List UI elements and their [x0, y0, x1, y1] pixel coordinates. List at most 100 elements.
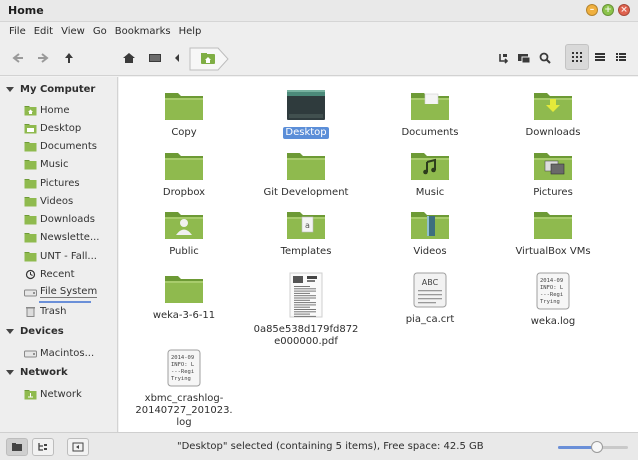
public-folder-icon: [164, 208, 204, 243]
section-devices[interactable]: Devices: [6, 326, 64, 337]
sidebar-item-trash[interactable]: Trash: [24, 303, 116, 319]
file-label: Downloads: [525, 127, 581, 138]
folder-icon: [24, 141, 37, 151]
folder-item[interactable]: Music: [370, 149, 490, 199]
view-mode-group: [565, 44, 632, 70]
sidebar-item-music[interactable]: Music: [24, 156, 116, 172]
section-network[interactable]: Network: [6, 367, 68, 378]
breadcrumb-left-button[interactable]: [167, 48, 187, 68]
svg-text:a: a: [305, 221, 310, 230]
sidebar: My Computer Home Desktop Documents Music Pic…: [0, 77, 118, 432]
up-arrow-icon: [65, 53, 73, 63]
folder-icon: [24, 196, 37, 206]
zoom-slider[interactable]: [558, 441, 628, 453]
documents-folder-icon: [410, 89, 450, 124]
minimize-button[interactable]: –: [586, 4, 598, 16]
zoom-slider-thumb[interactable]: [590, 441, 603, 453]
open-terminal-button[interactable]: [514, 48, 534, 68]
folder-item[interactable]: Dropbox: [124, 149, 244, 199]
menu-view[interactable]: View: [57, 26, 89, 37]
grid-icon: [571, 52, 582, 62]
certificate-file-icon: ABC: [413, 272, 447, 311]
folder-icon: [533, 208, 573, 243]
sidebar-item-home[interactable]: Home: [24, 102, 116, 118]
sidebar-item-newslette[interactable]: Newslette...: [24, 229, 116, 245]
window-controls: – + ×: [586, 4, 630, 16]
file-item[interactable]: 0a85e538d179fd872 e000000.pdf: [246, 272, 366, 348]
expander-icon: [6, 87, 14, 92]
home-button[interactable]: [119, 48, 139, 68]
terminal-icon: [518, 54, 531, 64]
sidebar-item-label: Documents: [40, 140, 98, 152]
folder-item[interactable]: VirtualBox VMs: [493, 208, 613, 258]
file-item[interactable]: 2014-09 INFO: L ---Regi Trying weka.log: [493, 272, 613, 328]
folder-item[interactable]: Downloads: [493, 89, 613, 139]
close-button[interactable]: ×: [618, 4, 630, 16]
folder-icon: [164, 89, 204, 124]
file-label: Desktop: [283, 127, 329, 139]
drive-icon: [24, 350, 37, 357]
folder-item[interactable]: Pictures: [493, 149, 613, 199]
icon-view-button[interactable]: [565, 44, 589, 70]
maximize-button[interactable]: +: [602, 4, 614, 16]
svg-text:2014-09: 2014-09: [540, 278, 563, 284]
folder-item[interactable]: Documents: [370, 89, 490, 139]
sidebar-item-desktop[interactable]: Desktop: [24, 120, 116, 136]
folder-item[interactable]: Desktop: [246, 89, 366, 139]
folder-item[interactable]: Public: [124, 208, 244, 258]
file-label: Dropbox: [162, 187, 206, 198]
sidebar-item-file-system[interactable]: File System: [24, 284, 116, 303]
window-title: Home: [8, 4, 44, 17]
downloads-folder-icon: [533, 89, 573, 124]
hide-sidebar-button[interactable]: [67, 438, 89, 456]
sidebar-item-unt-fall[interactable]: UNT - Fall...: [24, 248, 116, 264]
sidebar-item-documents[interactable]: Documents: [24, 138, 116, 154]
search-button[interactable]: [535, 48, 555, 68]
trash-icon: [26, 306, 35, 317]
text-log-file-icon: 2014-09 INFO: L ---Regi Trying: [167, 349, 201, 390]
folder-item[interactable]: Copy: [124, 89, 244, 139]
file-label: Pictures: [533, 187, 573, 198]
toggle-location-button[interactable]: [493, 48, 513, 68]
folder-icon: [24, 178, 37, 188]
menu-bookmarks[interactable]: Bookmarks: [111, 26, 175, 37]
toolbar: [0, 40, 638, 76]
section-my-computer[interactable]: My Computer: [6, 84, 95, 95]
sidebar-item-macintos[interactable]: Macintos...: [24, 345, 116, 361]
sidebar-item-label: File System: [40, 286, 98, 298]
menu-go[interactable]: Go: [89, 26, 111, 37]
file-label: weka.log: [530, 316, 576, 327]
computer-button[interactable]: [145, 48, 165, 68]
folder-item[interactable]: a Templates: [246, 208, 366, 258]
svg-text:2014-09: 2014-09: [171, 355, 194, 361]
show-places-button[interactable]: [6, 438, 28, 456]
forward-button[interactable]: [33, 48, 53, 68]
menu-file[interactable]: File: [5, 26, 30, 37]
folder-item[interactable]: Git Development: [246, 149, 366, 199]
sidebar-item-videos[interactable]: Videos: [24, 193, 116, 209]
show-treeview-button[interactable]: [32, 438, 54, 456]
sidebar-item-recent[interactable]: Recent: [24, 266, 116, 282]
svg-text:ABC: ABC: [422, 278, 439, 287]
folder-item[interactable]: Videos: [370, 208, 490, 258]
list-view-button[interactable]: [589, 44, 611, 70]
folder-item[interactable]: weka-3-6-11: [124, 272, 244, 322]
up-button[interactable]: [59, 48, 79, 68]
sidebar-item-label: Music: [40, 158, 69, 170]
back-arrow-icon: [12, 53, 23, 63]
svg-text:INFO: L: INFO: L: [171, 362, 195, 368]
breadcrumb-home[interactable]: [188, 46, 232, 75]
menu-edit[interactable]: Edit: [30, 26, 57, 37]
sidebar-item-network[interactable]: Network: [24, 386, 116, 402]
file-icon-view[interactable]: Copy Desktop Documents Downloads Dropbox Git …: [119, 77, 638, 432]
menu-help[interactable]: Help: [175, 26, 206, 37]
file-label: Documents: [401, 127, 459, 138]
file-item[interactable]: ABC pia_ca.crt: [370, 272, 490, 326]
compact-view-button[interactable]: [610, 44, 632, 70]
file-item[interactable]: 2014-09 INFO: L ---Regi Trying xbmc_crashlog…: [124, 349, 244, 429]
back-button[interactable]: [8, 48, 28, 68]
sidebar-item-label: Home: [40, 104, 70, 116]
sidebar-item-pictures[interactable]: Pictures: [24, 175, 116, 191]
sidebar-item-downloads[interactable]: Downloads: [24, 211, 116, 227]
svg-text:---Regi: ---Regi: [540, 292, 563, 298]
